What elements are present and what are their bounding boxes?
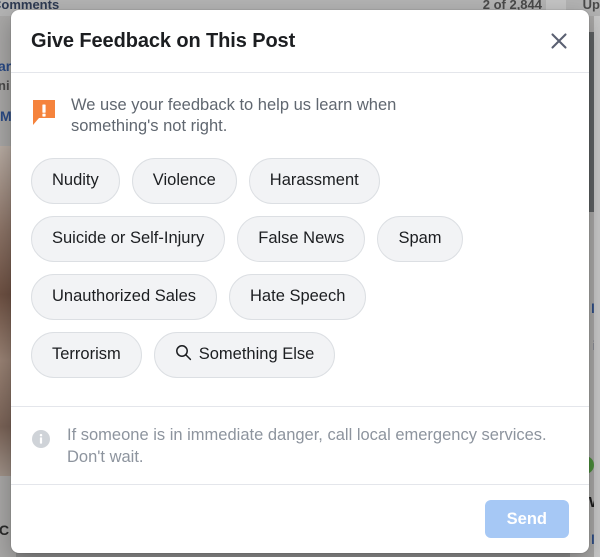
close-icon	[548, 30, 570, 52]
feedback-option-unauthorized-sales[interactable]: Unauthorized Sales	[31, 273, 218, 320]
feedback-option-label: Violence	[152, 171, 216, 190]
feedback-notice: We use your feedback to help us learn wh…	[31, 95, 569, 138]
feedback-option-label: Something Else	[198, 345, 315, 364]
feedback-option-label: Terrorism	[52, 345, 121, 364]
feedback-option-something-else[interactable]: Something Else	[153, 331, 336, 378]
warning-speech-bubble-icon	[31, 98, 57, 126]
feedback-option-label: Spam	[398, 229, 442, 248]
send-button[interactable]: Send	[484, 500, 569, 538]
background-left-fragment-3: M	[0, 108, 12, 124]
feedback-option-row: Suicide or Self-Injury False News Spam	[31, 215, 569, 262]
emergency-info-text: If someone is in immediate danger, call …	[67, 426, 547, 466]
background-left-fragment-2: ni	[0, 78, 10, 93]
feedback-option-label: Hate Speech	[250, 287, 346, 306]
feedback-option-row: Nudity Violence Harassment	[31, 157, 569, 204]
emergency-info: If someone is in immediate danger, call …	[11, 406, 589, 484]
background-left-fragment-1: ar	[0, 58, 12, 74]
feedback-option-label: Harassment	[269, 171, 359, 190]
feedback-option-nudity[interactable]: Nudity	[31, 157, 120, 204]
feedback-option-label: Nudity	[52, 171, 99, 190]
feedback-notice-text: We use your feedback to help us learn wh…	[71, 96, 397, 136]
feedback-option-row: Unauthorized Sales Hate Speech	[31, 273, 569, 320]
close-button[interactable]	[541, 23, 577, 59]
search-icon	[175, 344, 192, 366]
feedback-option-harassment[interactable]: Harassment	[248, 157, 380, 204]
feedback-option-terrorism[interactable]: Terrorism	[31, 331, 142, 378]
dialog-body: We use your feedback to help us learn wh…	[11, 73, 589, 406]
dialog-footer: Send	[11, 484, 589, 553]
dialog-title: Give Feedback on This Post	[31, 29, 296, 52]
feedback-option-label: Unauthorized Sales	[52, 287, 197, 306]
background-left-fragment-4: C	[0, 522, 10, 538]
feedback-option-row: Terrorism Something Else	[31, 331, 569, 378]
feedback-option-spam[interactable]: Spam	[377, 215, 463, 262]
feedback-option-suicide-or-self-injury[interactable]: Suicide or Self-Injury	[31, 215, 226, 262]
feedback-dialog: Give Feedback on This Post We use your f…	[11, 10, 589, 553]
background-scrollbar[interactable]	[594, 16, 600, 557]
feedback-option-hate-speech[interactable]: Hate Speech	[229, 273, 367, 320]
feedback-option-false-news[interactable]: False News	[237, 215, 366, 262]
info-circle-icon	[31, 429, 51, 449]
feedback-option-violence[interactable]: Violence	[131, 157, 237, 204]
feedback-option-label: Suicide or Self-Injury	[52, 229, 205, 248]
dialog-header: Give Feedback on This Post	[11, 10, 589, 73]
feedback-options: Nudity Violence Harassment Suicide or Se…	[31, 157, 569, 378]
feedback-option-label: False News	[258, 229, 345, 248]
